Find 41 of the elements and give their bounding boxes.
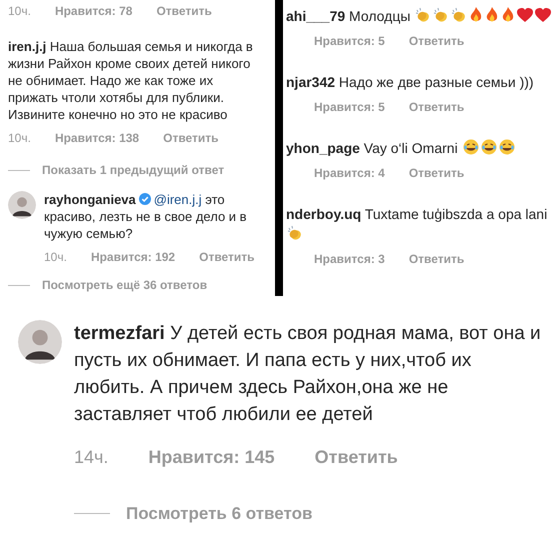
likes-link[interactable]: Нравится: 192 (90, 248, 176, 266)
reply-link[interactable]: Ответить (408, 32, 464, 50)
mention-link[interactable]: @iren.j.j (154, 192, 202, 207)
view-replies-link[interactable]: Посмотреть 6 ответов (126, 501, 312, 526)
comment-time: 14ч. (74, 446, 108, 469)
laughing-emoji-icon (498, 139, 515, 155)
comment-text: njar342 Надо же две разные семьи ))) (286, 74, 534, 90)
likes-link[interactable]: Нравится: 138 (54, 129, 140, 147)
comment-text: nderboy.uq Tuxtame tuģibszda a opa lani (286, 206, 548, 222)
reply-link[interactable]: Ответить (408, 250, 464, 268)
fire-icon (469, 7, 484, 23)
view-more-replies-link[interactable]: Посмотреть ещё 36 ответов (42, 276, 208, 294)
comment-time: 10ч. (8, 130, 31, 147)
comment-time: 10ч. (44, 249, 67, 266)
comment-text: ahi___79 Молодцы (286, 8, 410, 24)
reply-link[interactable]: Ответить (408, 164, 464, 182)
fire-icon (485, 7, 500, 23)
comment-time: 10ч. (8, 3, 31, 20)
reply-link[interactable]: Ответить (408, 98, 464, 116)
avatar-icon[interactable] (18, 320, 62, 364)
heart-icon (517, 8, 534, 23)
likes-link[interactable]: Нравится: 78 (54, 2, 132, 20)
reply-link[interactable]: Ответить (156, 2, 212, 20)
likes-link[interactable]: Нравится: 5 (314, 98, 385, 116)
likes-link[interactable]: Нравится: 5 (314, 32, 385, 50)
comment-text: yhon_page Vay o‘li Omarni (286, 140, 458, 156)
comment-text: rayhonganieva @iren.j.j это красиво, лезть не в свое дело и в чужую семью? (44, 191, 248, 242)
show-previous-link[interactable]: Показать 1 предыдущий ответ (42, 161, 224, 179)
heart-icon (535, 8, 552, 23)
laughing-emoji-icon (480, 139, 497, 155)
reply-link[interactable]: Ответить (163, 129, 219, 147)
laughing-emoji-icon (462, 139, 479, 155)
comment-text: termezfari У детей есть своя родная мама, вот она и пусть их обнимает. И папа есть у них,чтоб их любить. А причем здесь Райхон,она же не заставляет чтоб любили ее детей (74, 323, 541, 425)
fire-icon (501, 7, 516, 23)
reply-link[interactable]: Ответить (314, 444, 398, 471)
likes-link[interactable]: Нравится: 4 (314, 164, 385, 182)
avatar-icon[interactable] (8, 191, 36, 219)
comment-text: iren.j.j Наша большая семья и никогда в жизни Райхон кроме своих детей никого не обнимает. Надо же как тоже их прижать чтоли хотябы для публики. Извините конечно но это не красиво (8, 39, 253, 122)
likes-link[interactable]: Нравится: 145 (148, 444, 275, 471)
likes-link[interactable]: Нравится: 3 (314, 250, 385, 268)
reply-link[interactable]: Ответить (199, 248, 255, 266)
